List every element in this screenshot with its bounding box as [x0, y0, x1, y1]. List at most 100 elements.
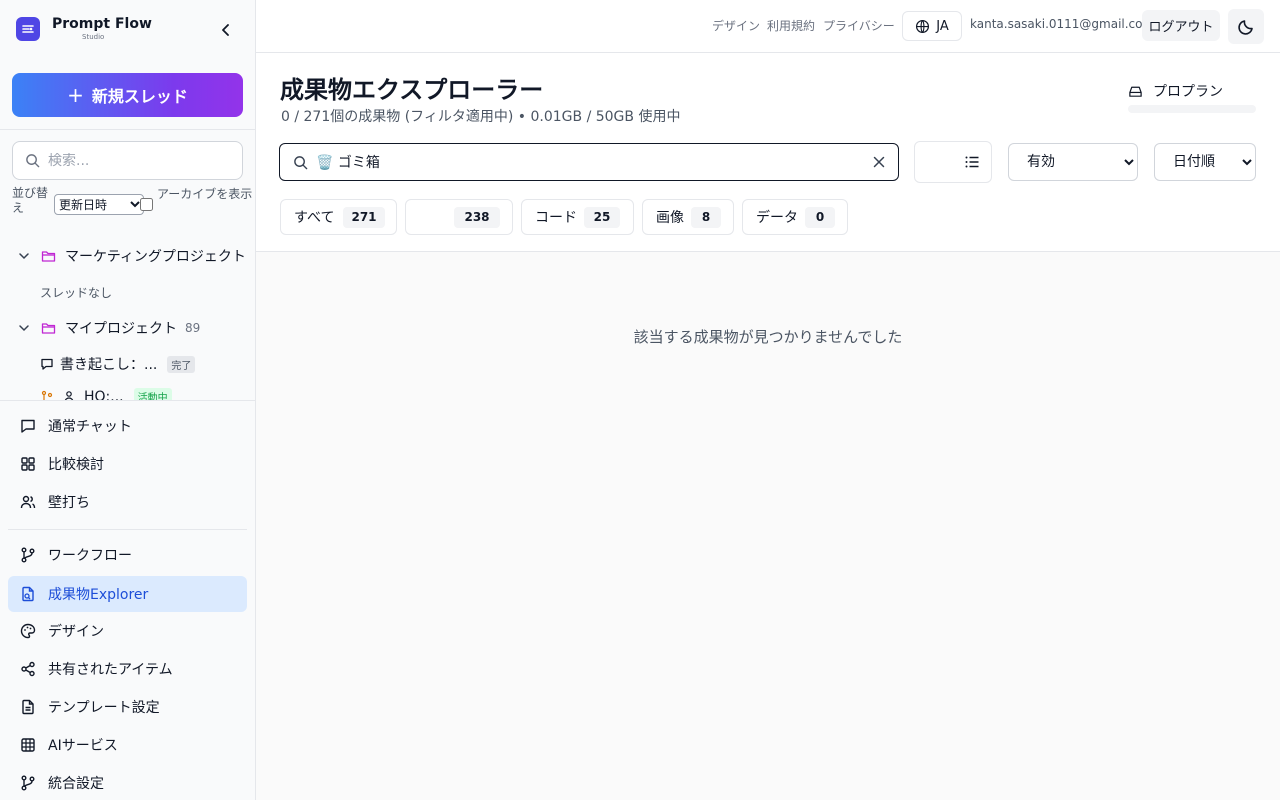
- nav-label: 通常チャット: [48, 419, 132, 435]
- search-icon: [26, 154, 40, 168]
- branch-icon: [41, 390, 53, 400]
- divider: [0, 400, 255, 401]
- artifact-search[interactable]: [279, 143, 899, 181]
- chat-icon: [41, 358, 53, 370]
- folder-my-project[interactable]: マイプロジェクト 89: [0, 314, 255, 342]
- nav-label: 比較検討: [48, 457, 104, 473]
- filter-documents[interactable]: 238: [405, 199, 513, 235]
- nav-template-settings[interactable]: テンプレート設定: [8, 689, 247, 725]
- chevron-down-icon: [17, 321, 31, 335]
- drive-icon: [1129, 86, 1142, 97]
- logo-icon: [16, 17, 40, 41]
- nav-artifact-explorer[interactable]: 成果物Explorer: [8, 576, 247, 612]
- page-subtitle: 0 / 271個の成果物 (フィルタ適用中) • 0.01GB / 50GB 使…: [281, 109, 681, 125]
- sort-row: 並び替え 更新日時 アーカイブを表示: [12, 186, 252, 220]
- logout-button[interactable]: ログアウト: [1142, 10, 1220, 41]
- filter-label: データ: [756, 210, 798, 226]
- sort-select[interactable]: 更新日時: [54, 194, 144, 215]
- page-title: 成果物エクスプローラー: [280, 76, 544, 104]
- chevron-down-icon: [17, 249, 31, 263]
- filter-data[interactable]: データ 0: [742, 199, 848, 235]
- folder-open-icon: [41, 320, 57, 336]
- sidebar-search[interactable]: [12, 141, 243, 180]
- artifact-search-input[interactable]: [316, 154, 856, 170]
- folder-open-icon: [41, 248, 57, 264]
- plus-icon: +: [67, 83, 84, 107]
- link-design[interactable]: デザイン: [712, 17, 760, 34]
- sidebar-search-input[interactable]: [48, 152, 228, 169]
- thread-item[interactable]: 書き起こし：... 完了: [40, 354, 196, 374]
- nav-label: テンプレート設定: [48, 700, 160, 716]
- sort-order-select[interactable]: 日付順: [1154, 143, 1256, 181]
- archive-checkbox[interactable]: [140, 198, 153, 211]
- grid-icon: [19, 455, 37, 473]
- nav-label: 成果物Explorer: [48, 587, 149, 603]
- nav-workflow[interactable]: ワークフロー: [8, 537, 247, 573]
- plan-name: プロプラン: [1153, 84, 1223, 100]
- empty-state-message: 該当する成果物が見つかりませんでした: [633, 328, 903, 346]
- top-bar: デザイン 利用規約 プライバシー JA kanta.sasaki.0111@gm…: [256, 0, 1280, 53]
- brand[interactable]: Prompt Flow Studio: [16, 17, 152, 41]
- filter-all[interactable]: すべて 271: [280, 199, 397, 235]
- collapse-sidebar-button[interactable]: [214, 18, 238, 42]
- nav-label: 共有されたアイテム: [48, 662, 173, 678]
- nav-shared-items[interactable]: 共有されたアイテム: [8, 651, 247, 687]
- nav-label: 統合設定: [48, 776, 104, 792]
- filter-images[interactable]: 画像 8: [642, 199, 734, 235]
- search-icon: [294, 155, 308, 169]
- thread-title: HQ:...: [84, 388, 124, 401]
- close-icon: [873, 156, 885, 168]
- thread-title: 書き起こし：...: [60, 357, 158, 373]
- filter-label: コード: [535, 210, 577, 226]
- brand-name: Prompt Flow: [52, 16, 152, 32]
- clear-search-button[interactable]: [872, 155, 886, 169]
- language-button[interactable]: JA: [902, 11, 962, 41]
- folder-marketing[interactable]: マーケティングプロジェクト: [0, 242, 255, 270]
- folder-name: マーケティングプロジェクト: [65, 249, 246, 265]
- folder-empty-label: スレッドなし: [40, 286, 113, 300]
- divider: [8, 529, 247, 530]
- artifact-list-area: 該当する成果物が見つかりませんでした: [256, 251, 1280, 800]
- users-icon: [64, 390, 74, 400]
- workflow-icon: [19, 546, 37, 564]
- nav-label: AIサービス: [48, 738, 118, 754]
- nav-brainstorm[interactable]: 壁打ち: [8, 484, 247, 520]
- storage-progress-bar: [1128, 105, 1256, 113]
- file-search-icon: [19, 585, 37, 603]
- link-privacy[interactable]: プライバシー: [823, 17, 895, 34]
- nav-compare[interactable]: 比較検討: [8, 446, 247, 482]
- nav-normal-chat[interactable]: 通常チャット: [8, 408, 247, 444]
- folder-count: 89: [185, 321, 201, 335]
- thread-item[interactable]: HQ:... 活動中: [40, 388, 172, 400]
- palette-icon: [19, 622, 37, 640]
- new-thread-label: 新規スレッド: [91, 87, 188, 106]
- chat-icon: [19, 417, 37, 435]
- nav-integration-settings[interactable]: 統合設定: [8, 765, 247, 800]
- plan-label: プロプラン: [1128, 81, 1223, 101]
- sort-label: 並び替え: [12, 186, 49, 215]
- filter-code[interactable]: コード 25: [521, 199, 634, 235]
- view-toggle-button[interactable]: [914, 141, 992, 183]
- globe-icon: [916, 19, 930, 33]
- filter-count: 238: [454, 206, 500, 228]
- thread-tree: マーケティングプロジェクト スレッドなし マイプロジェクト 89 書き起こし：.…: [0, 238, 255, 400]
- filter-count: 0: [805, 206, 835, 228]
- table-icon: [19, 736, 37, 754]
- link-terms[interactable]: 利用規約: [767, 17, 815, 34]
- divider: [0, 129, 255, 130]
- nav-ai-services[interactable]: AIサービス: [8, 727, 247, 763]
- moon-icon: [1238, 19, 1253, 35]
- sidebar: Prompt Flow Studio + 新規スレッド 並び替え 更新日時 アー…: [0, 0, 256, 800]
- chevron-left-icon: [222, 24, 229, 36]
- share-icon: [19, 660, 37, 678]
- filter-count: 8: [691, 206, 721, 228]
- status-badge: 完了: [167, 355, 196, 373]
- folder-name: マイプロジェクト: [65, 321, 177, 337]
- brand-sub: Studio: [82, 33, 105, 41]
- status-badge: 活動中: [133, 388, 172, 400]
- theme-toggle-button[interactable]: [1228, 9, 1264, 44]
- filter-label: 画像: [656, 210, 684, 226]
- status-select[interactable]: 有効: [1008, 143, 1138, 181]
- nav-design[interactable]: デザイン: [8, 613, 247, 649]
- new-thread-button[interactable]: + 新規スレッド: [12, 73, 243, 117]
